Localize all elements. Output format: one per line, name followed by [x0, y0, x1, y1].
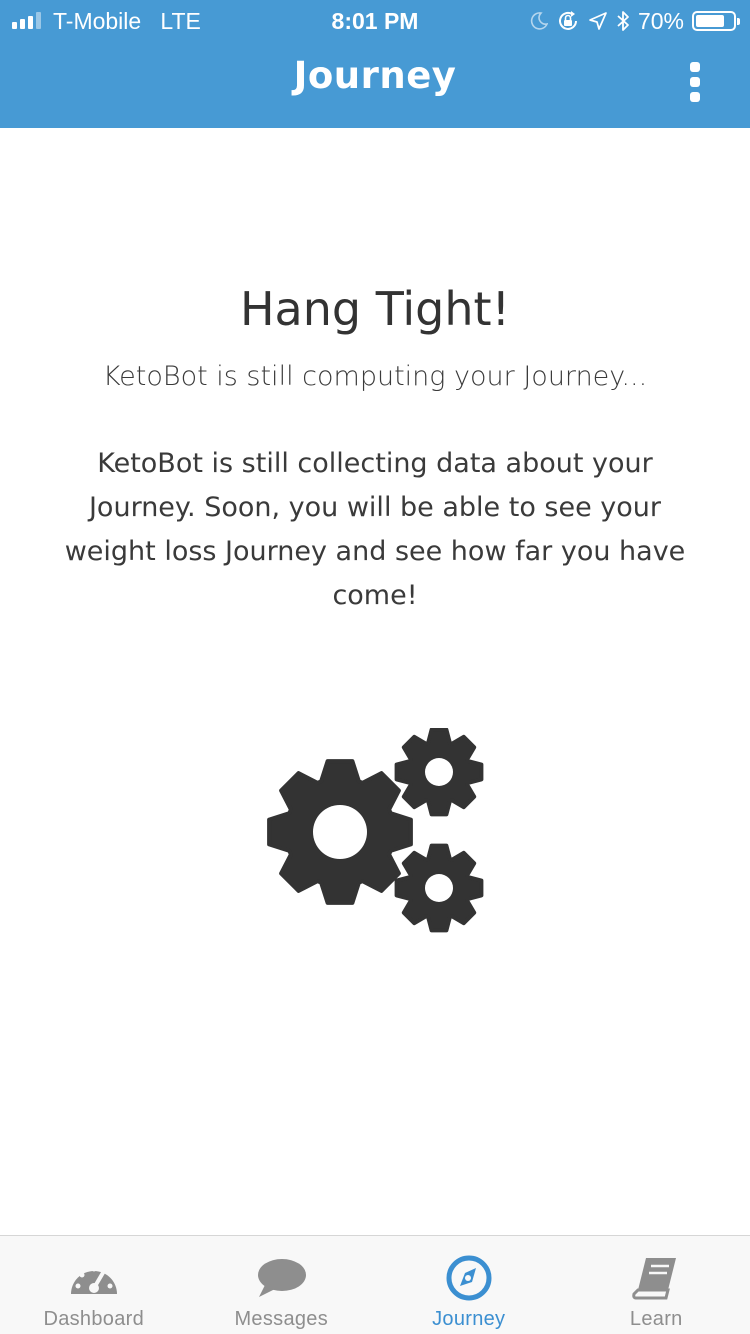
- location-arrow-icon: [588, 11, 608, 31]
- page-title: Journey: [293, 54, 457, 97]
- chat-bubble-icon: [253, 1254, 309, 1302]
- small-gear-bottom: [394, 843, 484, 933]
- tab-label: Messages: [234, 1308, 329, 1330]
- status-icons: 70%: [530, 6, 740, 36]
- battery-percent: 70%: [637, 7, 684, 34]
- heading: Hang Tight!: [239, 282, 511, 336]
- tab-label: Learn: [629, 1308, 683, 1330]
- tab-messages[interactable]: Messages: [188, 1236, 376, 1334]
- body-text: KetoBot is still collecting data about y…: [64, 448, 686, 611]
- gears-icon: [262, 727, 492, 938]
- large-gear: [267, 759, 413, 905]
- header: T-Mobile LTE 8:01 PM 70% Journey: [0, 0, 750, 128]
- book-icon: [628, 1254, 684, 1302]
- tab-journey[interactable]: Journey: [375, 1236, 563, 1334]
- speedometer-icon: [66, 1254, 122, 1302]
- tab-dashboard[interactable]: Dashboard: [0, 1236, 188, 1334]
- bluetooth-icon: [616, 10, 630, 32]
- moon-icon: [530, 12, 548, 30]
- nav-bar: Journey: [0, 40, 750, 128]
- battery-icon: [692, 11, 740, 31]
- small-gear-top: [394, 727, 484, 817]
- orientation-lock-icon: [556, 9, 580, 33]
- tab-label: Journey: [432, 1308, 506, 1330]
- tab-label: Dashboard: [43, 1308, 145, 1330]
- tab-learn[interactable]: Learn: [563, 1236, 750, 1334]
- compass-icon: [441, 1254, 497, 1302]
- status-bar: T-Mobile LTE 8:01 PM 70%: [0, 0, 750, 40]
- tab-bar: Dashboard Messages Journey Learn: [0, 1235, 750, 1334]
- subheading: KetoBot is still computing your Journey.…: [102, 361, 648, 392]
- more-vertical-icon: [690, 62, 700, 72]
- main-content: Hang Tight! KetoBot is still computing y…: [0, 128, 750, 1235]
- more-options-button[interactable]: [680, 62, 710, 102]
- journey-screen: T-Mobile LTE 8:01 PM 70% Journey Hang Ti…: [0, 0, 750, 1334]
